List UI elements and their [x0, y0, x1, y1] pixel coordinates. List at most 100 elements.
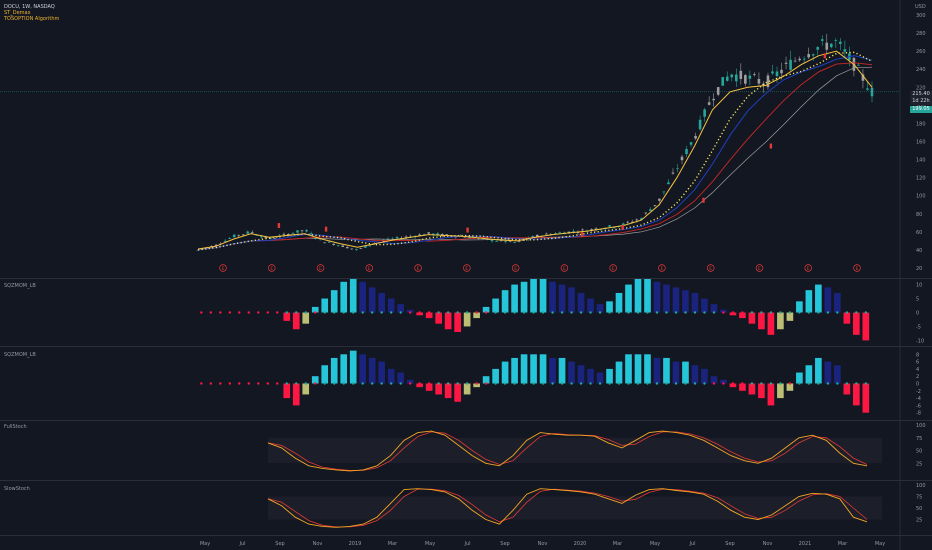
sqzmom1-bar: [340, 281, 348, 313]
candle-body: [545, 233, 548, 235]
candle-body: [246, 231, 250, 234]
sqzmom2-dot: [855, 382, 858, 385]
sqzmom2-dot: [646, 382, 649, 385]
sqzmom2-dot: [247, 382, 250, 385]
sqzmom2-dot: [219, 382, 222, 385]
price-tick-label: 60: [916, 230, 922, 236]
candle-body: [839, 41, 842, 44]
sqzmom1-bar: [302, 312, 310, 324]
sqzmom2-dot: [845, 382, 849, 385]
sqzmom1-bar: [349, 279, 357, 313]
sqzmom1-dot: [532, 311, 535, 314]
candle-body: [694, 135, 697, 139]
slowstoch-tick-label: 25: [916, 518, 922, 524]
time-axis-label: Sep: [725, 541, 734, 547]
sqzmom1-bar: [606, 301, 613, 313]
signal-marker: [324, 226, 328, 232]
sqzmom1-bar: [577, 292, 585, 313]
indicator-label-2[interactable]: TOSOPTION Algorithm: [4, 16, 59, 22]
sqzmom1-dot: [655, 311, 659, 314]
sqzmom1-dot: [570, 311, 573, 314]
sqzmom2-dot: [627, 382, 630, 385]
sqzmom1-dot: [228, 311, 232, 314]
price-tick-label: 20: [916, 266, 922, 272]
candle-body: [232, 234, 236, 238]
candle-body: [730, 74, 734, 78]
slowstoch-band: [268, 496, 882, 520]
candle-body: [870, 87, 874, 97]
sqzmom1-dot: [380, 311, 383, 314]
price-tick-label: 240: [916, 67, 926, 73]
sqzmom1-bar: [492, 298, 499, 313]
candle-body: [649, 209, 652, 212]
sqzmom2-dot: [608, 382, 611, 385]
candle-body: [572, 231, 575, 232]
candle-body: [829, 43, 833, 48]
bar-countdown-label: 1d 22h: [910, 98, 932, 105]
candle-body: [703, 109, 706, 117]
sqzmom1-dot: [779, 311, 782, 314]
sqzmom2-dot: [342, 382, 345, 385]
sqzmom2-tick-label: -8: [916, 411, 921, 417]
candle-body: [834, 40, 838, 41]
sqzmom2-dot: [693, 382, 697, 385]
pane-label-fullstoch: FullStoch: [4, 424, 27, 430]
sqzmom2-bar: [777, 383, 784, 399]
candle-body: [495, 240, 498, 242]
signal-marker: [702, 197, 705, 203]
sqzmom2-bar: [463, 383, 471, 395]
sqzmom2-dot: [665, 382, 668, 385]
sqzmom2-dot: [513, 382, 516, 385]
sqzmom2-dot: [389, 382, 393, 385]
sqzmom1-bar: [511, 284, 518, 313]
sqzmom2-bar: [492, 368, 499, 384]
price-tick-label: 280: [916, 31, 926, 37]
time-axis-label: May: [425, 541, 435, 547]
sqzmom2-bar: [321, 365, 329, 384]
sqzmom1-dot: [693, 311, 697, 314]
candle-body: [250, 231, 254, 233]
sqzmom1-dot: [750, 311, 754, 314]
sqzmom2-dot: [475, 382, 478, 385]
candle-body: [667, 182, 670, 185]
sqzmom1-bar: [359, 281, 367, 313]
sqzmom1-dot: [788, 311, 792, 314]
sqzmom2-dot: [333, 382, 336, 385]
sqzmom1-bar: [625, 284, 632, 313]
sqzmom2-bar: [824, 361, 832, 384]
candle-body: [644, 212, 648, 214]
candle-body: [857, 64, 860, 66]
fullstoch-band: [268, 437, 882, 464]
sqzmom1-bar: [283, 312, 291, 321]
sqzmom1-dot: [352, 311, 355, 314]
candle-body: [816, 47, 820, 50]
sqzmom2-dot: [503, 382, 507, 385]
sqzmom1-bar: [501, 290, 509, 313]
price-tick-label: 260: [916, 49, 926, 55]
pane-label-sqzmom-1: SQZMOM_LB: [4, 283, 36, 289]
sqzmom1-tick-label: 10: [916, 283, 922, 289]
sqzmom1-bar: [568, 287, 575, 313]
sqzmom1-bar: [767, 312, 775, 335]
sqzmom1-bar: [321, 298, 329, 313]
sqzmom1-bar: [843, 312, 851, 324]
sqzmom1-dot: [589, 311, 592, 314]
pane-label-sqzmom-2: SQZMOM_LB: [4, 352, 36, 358]
sqzmom2-bar: [587, 368, 594, 384]
time-axis-label: Mar: [388, 541, 398, 547]
candle-body: [323, 242, 326, 244]
sqzmom1-bar: [805, 290, 813, 313]
signal-marker: [769, 143, 773, 149]
candle-body: [359, 248, 363, 249]
sqzmom2-dot: [570, 382, 573, 385]
candle-body: [707, 102, 711, 105]
sqzmom1-dot: [855, 311, 858, 314]
sqzmom2-dot: [370, 382, 374, 385]
sqzmom2-bar: [330, 357, 338, 384]
chart-canvas[interactable]: 3002802602402202001801601401201008060402…: [0, 0, 932, 550]
candle-body: [282, 233, 286, 235]
sqzmom2-bar: [634, 354, 642, 384]
sqzmom2-dot: [617, 382, 621, 385]
sqzmom2-bar: [530, 354, 537, 384]
sqzmom2-bar: [862, 383, 870, 413]
